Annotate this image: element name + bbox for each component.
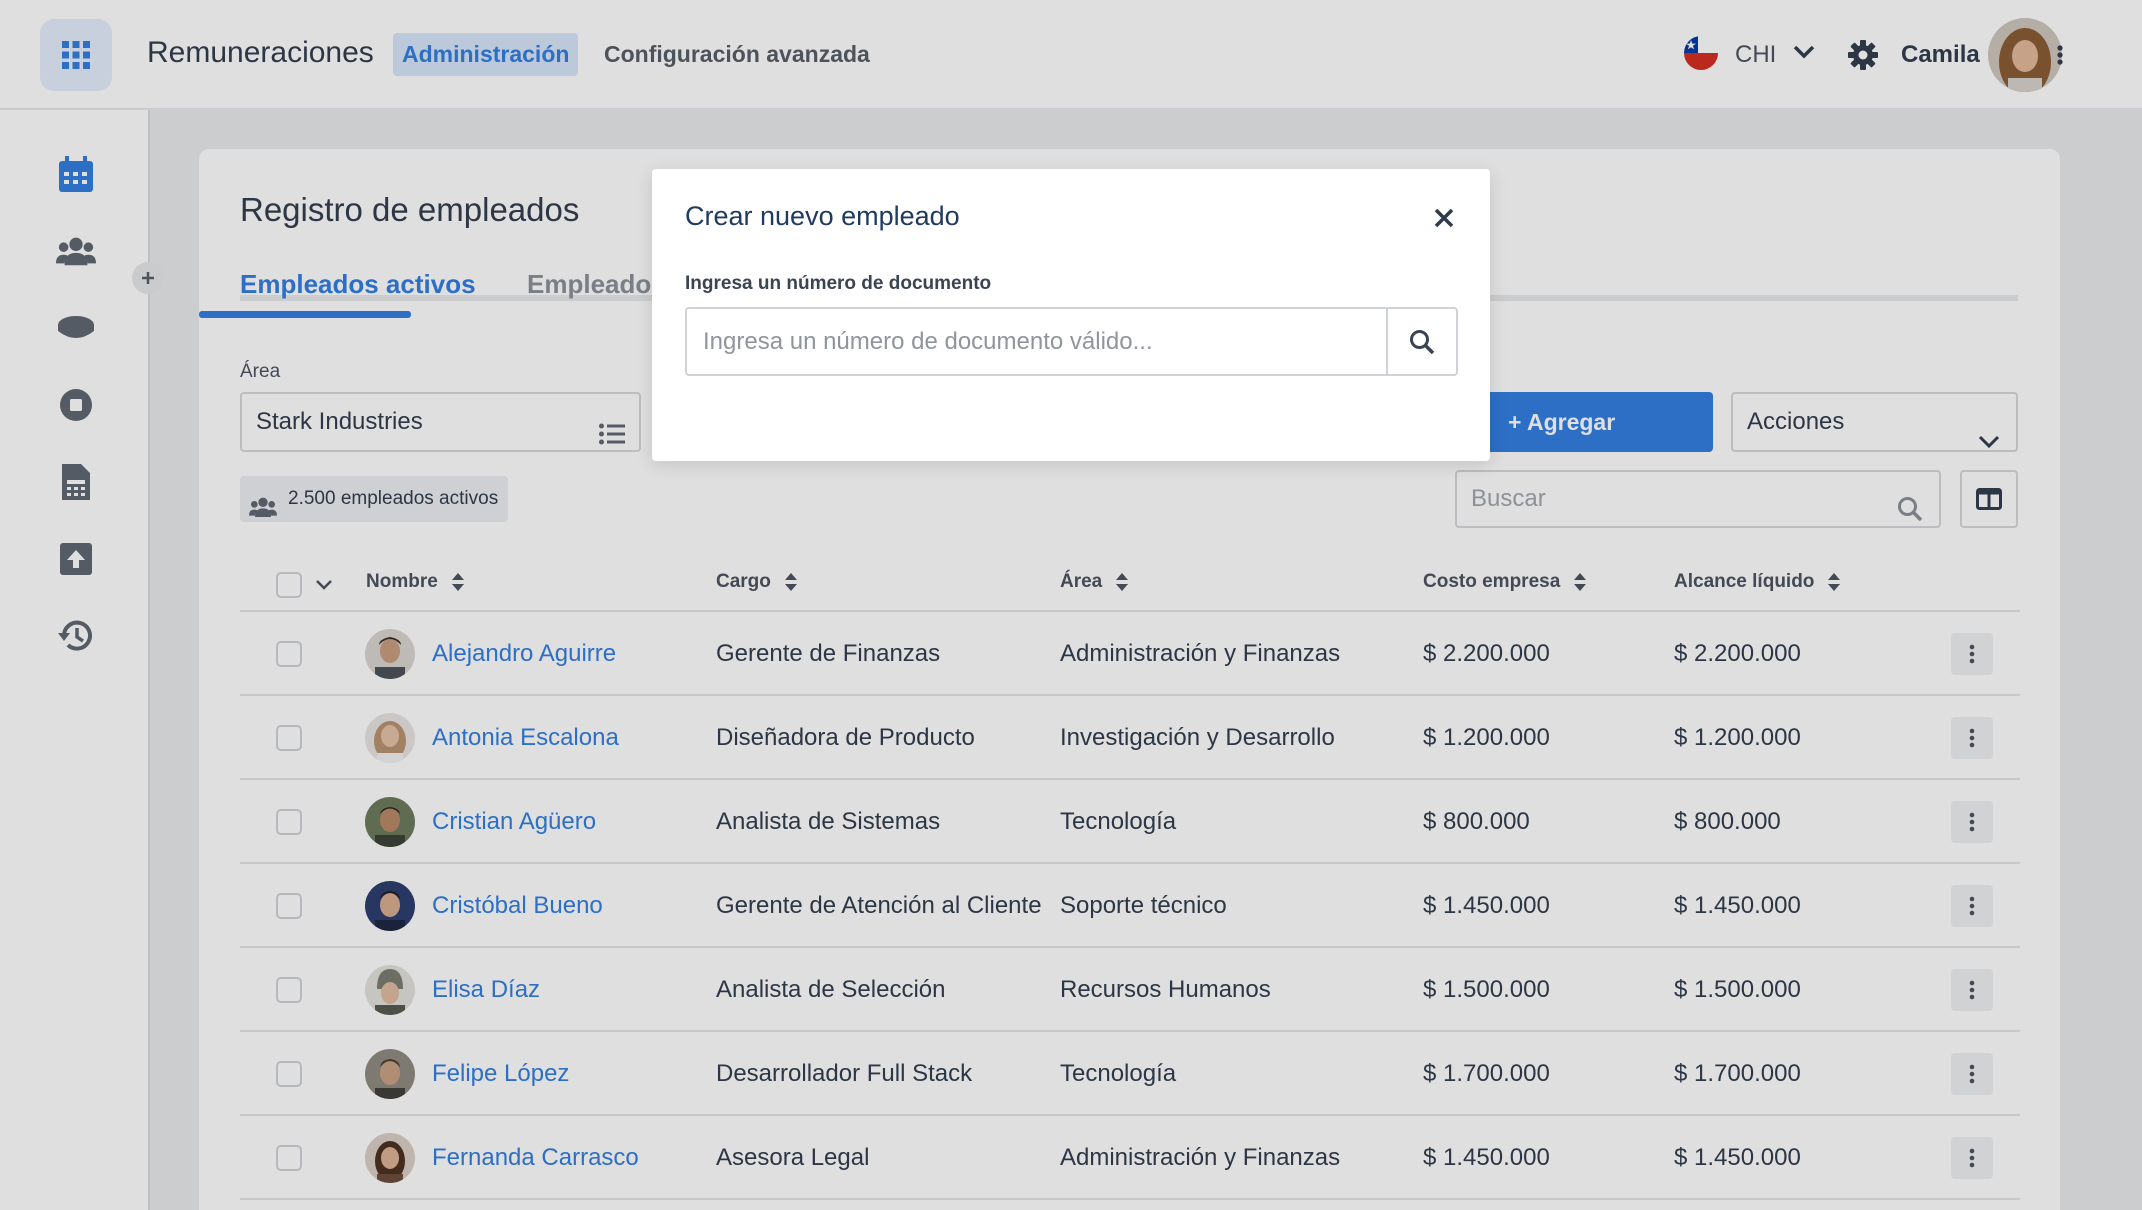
close-icon[interactable]: [1429, 203, 1459, 233]
modal-title: Crear nuevo empleado: [685, 201, 960, 231]
document-number-input[interactable]: [685, 307, 1388, 376]
search-icon: [1410, 329, 1435, 354]
document-number-label: Ingresa un número de documento: [685, 273, 992, 294]
document-search-button[interactable]: [1386, 307, 1458, 376]
create-employee-modal: Crear nuevo empleado Ingresa un número d…: [652, 169, 1490, 461]
